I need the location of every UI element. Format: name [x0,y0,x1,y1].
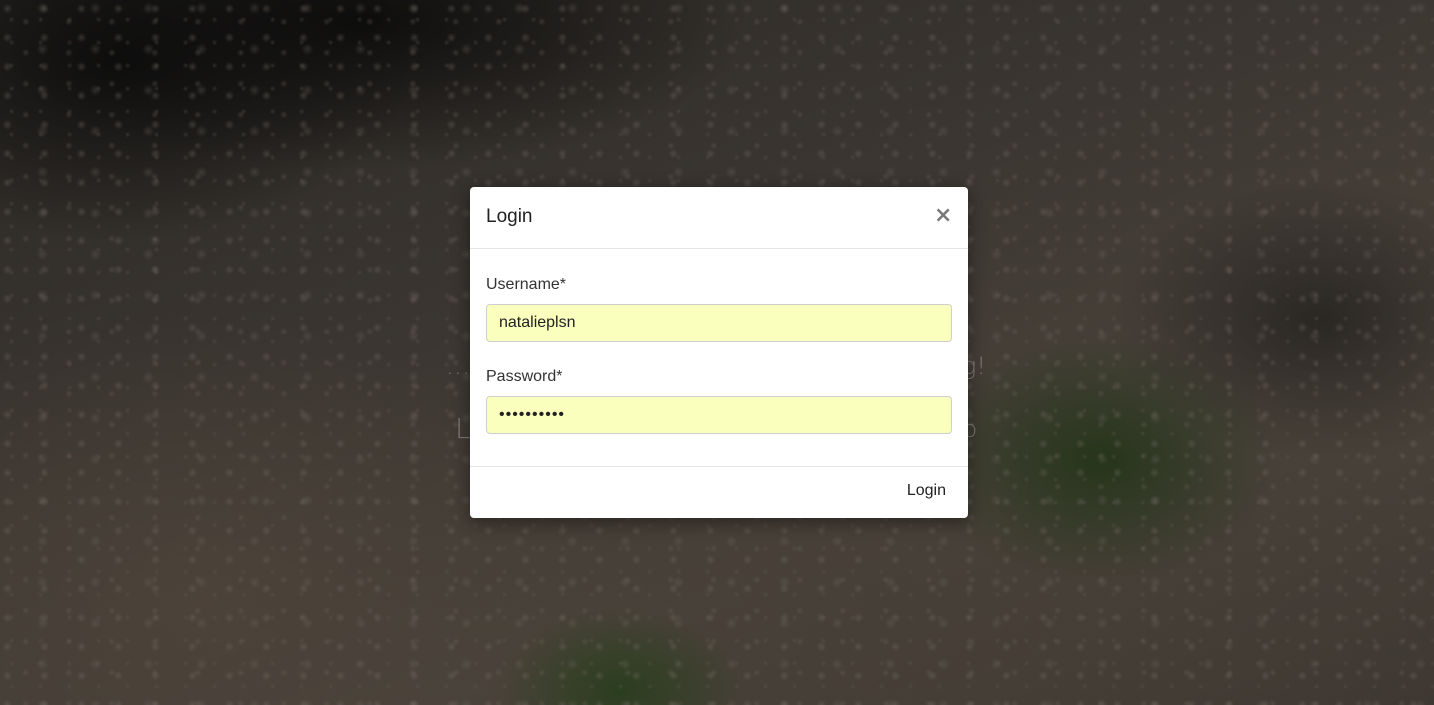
page: ...t g! L p Login × Username* Password* … [0,0,1434,705]
background-heading-fragment-left: L [455,412,471,445]
modal-body: Username* Password* [470,249,968,466]
username-label: Username* [486,276,567,293]
modal-footer: Login [470,466,968,518]
password-label: Password* [486,368,563,385]
password-input[interactable] [486,396,952,434]
modal-title: Login [486,206,533,227]
close-icon[interactable]: × [934,205,952,227]
username-input[interactable] [486,304,952,342]
login-modal: Login × Username* Password* Login [470,187,968,518]
modal-header: Login × [470,187,968,249]
login-button[interactable]: Login [907,482,946,500]
